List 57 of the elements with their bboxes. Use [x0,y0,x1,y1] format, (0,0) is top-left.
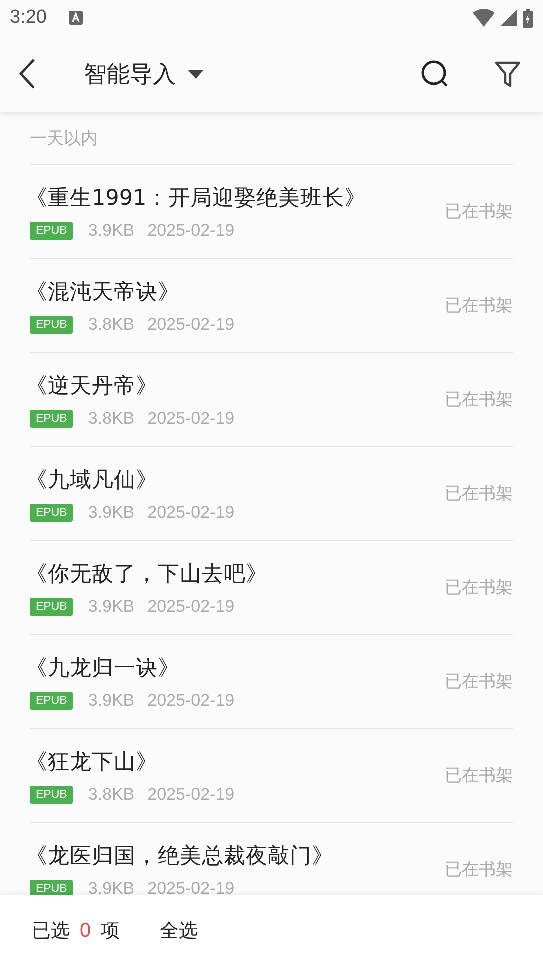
format-tag: EPUB [30,316,74,334]
back-icon [18,58,36,90]
format-tag: EPUB [30,692,74,710]
status-time: 3:20 [10,7,47,29]
book-title: 《九龙归一诀》 [26,654,181,682]
file-date: 2025-02-19 [148,314,235,334]
selected-count: 0 [80,920,92,942]
battery-icon [523,8,533,28]
select-all-button[interactable]: 全选 [160,918,198,944]
filter-button[interactable] [495,60,521,88]
file-date: 2025-02-19 [148,408,235,428]
title-dropdown[interactable]: 智能导入 [84,58,204,90]
shelf-status: 已在书架 [445,765,513,787]
file-size: 3.8KB [88,784,135,804]
book-title: 《狂龙下山》 [26,748,159,776]
file-date: 2025-02-19 [148,690,235,710]
shelf-status: 已在书架 [445,671,513,693]
book-title: 《你无敌了，下山去吧》 [26,560,269,588]
file-size: 3.9KB [88,878,135,895]
wifi-icon [473,9,495,27]
shelf-status: 已在书架 [445,859,513,881]
book-title: 《九域凡仙》 [26,466,159,494]
selected-label-suffix: 项 [101,919,120,944]
file-size: 3.8KB [88,314,135,334]
shelf-status: 已在书架 [445,577,513,599]
book-title: 《逆天丹帝》 [26,372,159,400]
shelf-status: 已在书架 [445,389,513,411]
caret-icon [188,70,204,78]
file-date: 2025-02-19 [148,784,235,804]
format-tag: EPUB [30,222,74,240]
file-size: 3.9KB [88,596,135,616]
shelf-status: 已在书架 [445,201,513,223]
filter-icon [495,60,521,88]
section-header: 一天以内 [30,128,98,150]
file-size: 3.9KB [88,220,135,240]
file-size: 3.9KB [88,502,135,522]
format-tag: EPUB [30,504,74,522]
format-tag: EPUB [30,786,74,804]
format-tag: EPUB [30,598,74,616]
selected-label: 已选 [32,919,70,944]
file-date: 2025-02-19 [148,878,235,895]
file-date: 2025-02-19 [148,220,235,240]
book-title: 《重生1991：开局迎娶绝美班长》 [26,184,368,212]
file-size: 3.9KB [88,690,135,710]
book-title: 《龙医归国，绝美总裁夜敲门》 [26,842,335,870]
format-tag: EPUB [30,410,74,428]
format-tag: EPUB [30,880,74,895]
shelf-status: 已在书架 [445,483,513,505]
search-button[interactable] [421,60,449,88]
signal-icon [501,10,517,26]
file-size: 3.8KB [88,408,135,428]
book-title: 《混沌天帝诀》 [26,278,181,306]
file-date: 2025-02-19 [148,502,235,522]
file-date: 2025-02-19 [148,596,235,616]
app-notification-icon [68,11,83,25]
search-icon [421,60,449,88]
shelf-status: 已在书架 [445,295,513,317]
